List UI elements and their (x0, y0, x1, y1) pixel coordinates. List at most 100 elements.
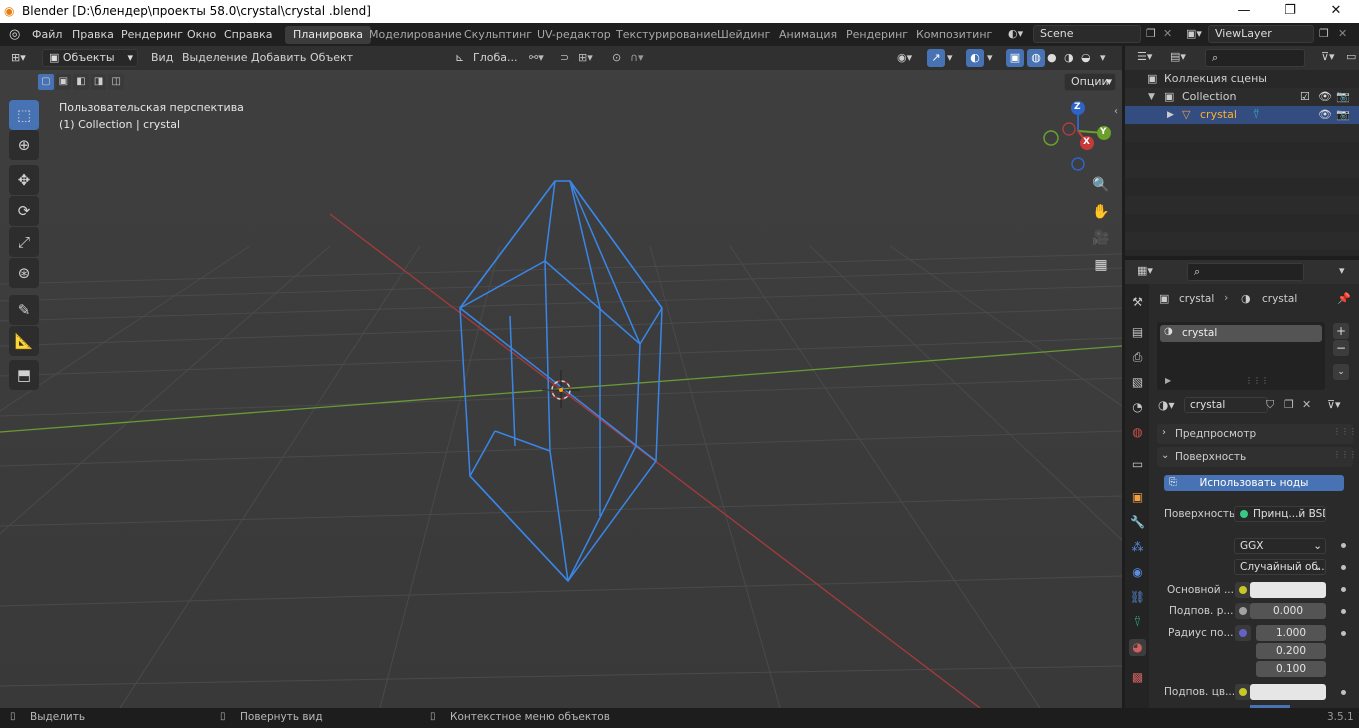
mesh-data-tab-icon[interactable]: ⍢ (1129, 614, 1146, 631)
scene-tab-icon[interactable]: ◔ (1129, 399, 1146, 416)
keyframe-dot[interactable] (1341, 631, 1346, 636)
gizmo-z-label[interactable]: Z (1074, 102, 1081, 112)
3d-viewport[interactable]: Z Y X ⊞▾ ▣ Объекты ▾ Вид Выделение Добави… (0, 46, 1122, 708)
pan-hand-icon[interactable]: ✋ (1089, 200, 1113, 224)
shading-options-icon[interactable]: ▾ (1100, 49, 1106, 67)
workspace-tab-modeling[interactable]: Моделирование (361, 26, 470, 44)
select-invert-icon[interactable]: ◨ (90, 74, 107, 90)
perspective-toggle-icon[interactable]: ▦ (1089, 253, 1113, 277)
exclude-checkbox-icon[interactable]: ☑ (1300, 88, 1310, 106)
cursor-tool[interactable]: ⊕ (9, 130, 39, 160)
world-tab-icon[interactable]: ◍ (1129, 424, 1146, 441)
snap-icon[interactable]: ⊃ (560, 49, 569, 67)
scene-field[interactable]: Scene (1033, 25, 1141, 43)
radius-link-button[interactable] (1235, 625, 1251, 641)
remove-slot-button[interactable]: − (1333, 340, 1349, 356)
outliner-editor-type-icon[interactable]: ☰▾ (1137, 50, 1152, 63)
material-name-field[interactable]: crystal (1184, 397, 1268, 413)
menu-edit[interactable]: Правка (72, 28, 114, 41)
render-tab-icon[interactable]: ▤ (1129, 324, 1146, 341)
keyframe-dot[interactable] (1341, 587, 1346, 592)
subsurface-color-link-button[interactable] (1235, 684, 1251, 700)
pin-icon[interactable]: 📌 (1337, 292, 1351, 305)
workspace-tab-compositing[interactable]: Композитинг (908, 26, 1000, 44)
use-nodes-button[interactable]: ⎘ Использовать ноды (1164, 475, 1344, 491)
close-button[interactable]: ✕ (1313, 0, 1359, 23)
menu-help[interactable]: Справка (224, 28, 272, 41)
resize-grip-icon[interactable]: ⋮⋮⋮ (1245, 376, 1269, 385)
editor-type-icon[interactable]: ⊞▾ (11, 49, 26, 67)
overlays-toggle-icon[interactable]: ◐ (966, 49, 984, 67)
menu-add[interactable]: Добавить (251, 49, 306, 67)
distribution-dropdown[interactable]: GGX ⌄ (1234, 538, 1326, 554)
add-cube-tool[interactable]: ⬒ (9, 360, 39, 390)
menu-window[interactable]: Окно (187, 28, 216, 41)
drag-handle-icon[interactable]: ⋮⋮⋮ (1333, 450, 1357, 459)
surface-shader-field[interactable]: Принц...й BSDF (1234, 506, 1326, 522)
view-layer-field[interactable]: ViewLayer (1208, 25, 1314, 43)
remove-scene-icon[interactable]: ✕ (1163, 27, 1172, 40)
modifier-tab-icon[interactable]: 🔧 (1129, 514, 1146, 531)
browse-material-icon[interactable]: ◑▾ (1158, 398, 1175, 412)
mesh-data-icon[interactable]: ⍢ (1253, 106, 1260, 124)
base-color-swatch[interactable] (1250, 582, 1326, 598)
display-mode-icon[interactable]: ▤▾ (1170, 50, 1186, 63)
rotate-tool[interactable]: ⟳ (9, 196, 39, 226)
menu-select[interactable]: Выделение (182, 49, 248, 67)
remove-view-layer-icon[interactable]: ✕ (1338, 27, 1347, 40)
gizmo-x-label[interactable]: X (1083, 137, 1090, 147)
workspace-tab-layout[interactable]: Планировка (285, 26, 371, 44)
object-row-crystal[interactable]: ▶ ▽ crystal ⍢ 👁 📷 (1125, 106, 1359, 124)
view-layer-icon[interactable]: ▣▾ (1186, 27, 1202, 40)
scene-collection-row[interactable]: ▣ Коллекция сцены (1125, 70, 1359, 88)
texture-tab-icon[interactable]: ▩ (1129, 669, 1146, 686)
minimize-button[interactable]: — (1221, 0, 1267, 23)
collection-tab-icon[interactable]: ▭ (1129, 456, 1146, 473)
scale-tool[interactable]: ⤢ (9, 227, 39, 257)
select-subtract-icon[interactable]: ◧ (73, 74, 89, 90)
drag-handle-icon[interactable]: ⋮⋮⋮ (1333, 427, 1357, 436)
expand-arrow-icon[interactable]: ▶ (1165, 376, 1171, 385)
proportional-edit-icon[interactable]: ⊙ (612, 49, 621, 67)
radius-y-field[interactable]: 0.200 (1256, 643, 1326, 659)
keyframe-dot[interactable] (1341, 565, 1346, 570)
filter-icon[interactable]: ⊽▾ (1321, 50, 1335, 63)
camera-view-icon[interactable]: 🎥 (1089, 226, 1113, 250)
constraints-tab-icon[interactable]: ⛓ (1129, 589, 1146, 606)
select-extend-icon[interactable]: ▣ (55, 74, 72, 90)
physics-tab-icon[interactable]: ◉ (1129, 564, 1146, 581)
menu-file[interactable]: Файл (32, 28, 62, 41)
sidebar-toggle-icon[interactable]: ‹ (1114, 106, 1118, 117)
gizmo-y-label[interactable]: Y (1100, 127, 1107, 137)
workspace-tab-animation[interactable]: Анимация (771, 26, 845, 44)
expand-arrow-icon[interactable]: ▶ (1167, 106, 1174, 124)
pivot-icon[interactable]: ⚯▾ (529, 49, 544, 67)
subsurface-color-swatch[interactable] (1250, 684, 1326, 700)
render-camera-icon[interactable]: 📷 (1336, 106, 1350, 124)
select-new-icon[interactable]: ▢ (38, 74, 54, 90)
move-tool[interactable]: ✥ (9, 165, 39, 195)
snap-target-icon[interactable]: ⊞▾ (578, 49, 593, 67)
transform-tool[interactable]: ⊛ (9, 258, 39, 288)
duplicate-material-icon[interactable]: ❐ (1284, 398, 1294, 411)
select-box-tool[interactable]: ⬚ (9, 100, 39, 130)
gizmo-options-icon[interactable]: ▾ (947, 49, 953, 67)
visibility-eye-icon[interactable]: 👁 (1318, 106, 1332, 124)
properties-options-icon[interactable]: ▾ (1339, 264, 1345, 277)
outliner-search-input[interactable]: ⌕ (1205, 49, 1305, 67)
new-scene-icon[interactable]: ❐ (1146, 27, 1156, 40)
workspace-tab-rendering[interactable]: Рендеринг (838, 26, 916, 44)
subsurface-value-field[interactable]: 0.000 (1250, 603, 1326, 619)
options-dropdown[interactable]: Опции ▾ (1064, 73, 1116, 91)
menu-render[interactable]: Рендеринг (121, 28, 183, 41)
new-collection-icon[interactable]: ▭ (1346, 50, 1356, 63)
preview-panel-header[interactable]: › Предпросмотр ⋮⋮⋮ (1157, 424, 1357, 444)
menu-view[interactable]: Вид (151, 49, 173, 67)
solid-shading-icon[interactable]: ● (1047, 49, 1057, 67)
unlink-material-icon[interactable]: ✕ (1302, 398, 1311, 411)
new-view-layer-icon[interactable]: ❐ (1319, 27, 1329, 40)
workspace-tab-sculpting[interactable]: Скульптинг (456, 26, 540, 44)
slot-specials-button[interactable]: ⌄ (1333, 364, 1349, 380)
keyframe-dot[interactable] (1341, 690, 1346, 695)
subsurface-link-button[interactable] (1235, 603, 1251, 619)
